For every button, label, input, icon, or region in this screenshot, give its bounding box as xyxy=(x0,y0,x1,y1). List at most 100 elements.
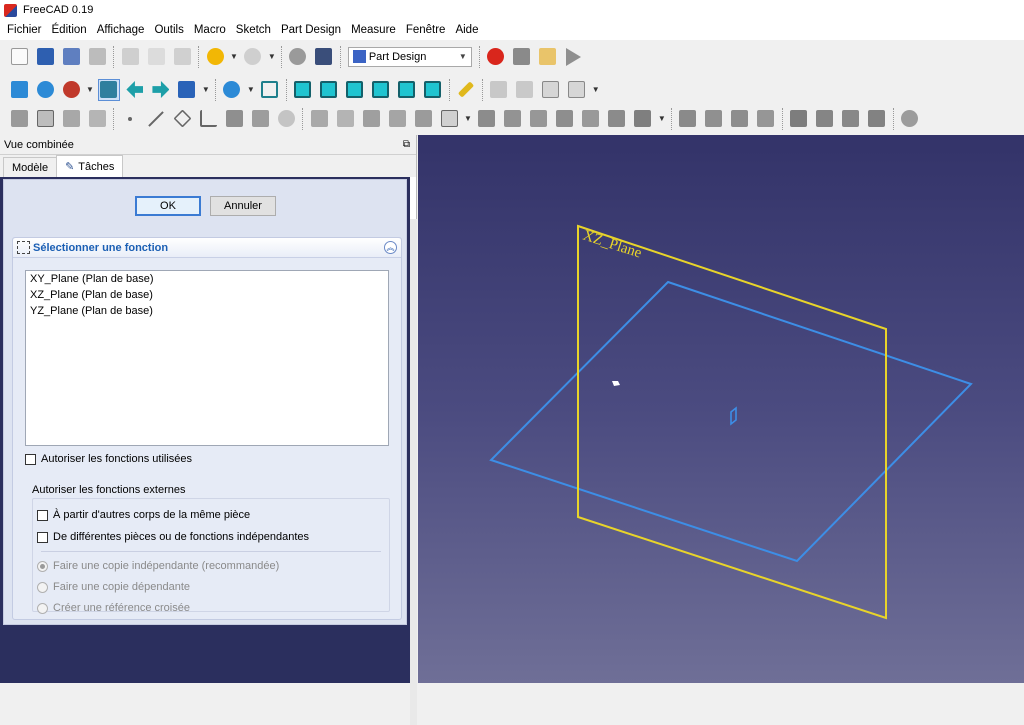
tab-taches[interactable]: ✎ Tâches xyxy=(56,155,124,177)
radio-cross-reference[interactable]: Créer une référence croisée xyxy=(37,602,190,614)
record-macro-button[interactable] xyxy=(485,46,507,68)
run-macro-button[interactable] xyxy=(563,46,585,68)
local-coordinate-button[interactable] xyxy=(197,108,219,130)
datum-plane-button[interactable] xyxy=(171,108,193,130)
paste-button[interactable] xyxy=(171,46,193,68)
checkbox-box[interactable] xyxy=(25,453,36,465)
stop-macro-button[interactable] xyxy=(511,46,533,68)
fillet-button[interactable] xyxy=(788,108,810,130)
radio-circle[interactable] xyxy=(37,560,48,572)
radio-circle[interactable] xyxy=(37,581,48,593)
fit-selection-button[interactable] xyxy=(34,79,56,101)
cancel-button[interactable]: Annuler xyxy=(210,196,276,216)
sync-view-button[interactable] xyxy=(176,79,198,101)
rear-view-button[interactable] xyxy=(370,79,392,101)
float-panel-icon[interactable]: ⧉ xyxy=(403,139,410,150)
ok-button[interactable]: OK xyxy=(135,196,201,216)
top-view-button[interactable] xyxy=(318,79,340,101)
menu-sketch[interactable]: Sketch xyxy=(231,24,276,36)
redo-button[interactable] xyxy=(242,46,264,68)
feature-preview-button[interactable] xyxy=(275,108,297,130)
boolean-button[interactable] xyxy=(899,108,921,130)
checkbox-box[interactable] xyxy=(37,509,48,521)
list-item[interactable]: YZ_Plane (Plan de base) xyxy=(26,303,388,319)
zoom-dropdown-icon[interactable]: ▼ xyxy=(247,85,255,94)
forward-button[interactable] xyxy=(150,79,172,101)
hole-button[interactable] xyxy=(502,108,524,130)
chamfer-button[interactable] xyxy=(814,108,836,130)
mirrored-button[interactable] xyxy=(677,108,699,130)
right-view-button[interactable] xyxy=(344,79,366,101)
subtractive-helix-button[interactable] xyxy=(606,108,628,130)
draft-button[interactable] xyxy=(840,108,862,130)
menu-macro[interactable]: Macro xyxy=(189,24,231,36)
additive-primitive-dropdown-icon[interactable]: ▼ xyxy=(464,114,472,123)
undo-dropdown-icon[interactable]: ▼ xyxy=(230,52,238,61)
sync-view-dropdown-icon[interactable]: ▼ xyxy=(202,85,210,94)
pocket-button[interactable] xyxy=(476,108,498,130)
create-body-button[interactable] xyxy=(8,108,30,130)
left-view-button[interactable] xyxy=(422,79,444,101)
bounding-box-button[interactable] xyxy=(97,78,120,101)
checkbox-box[interactable] xyxy=(37,531,48,543)
polar-pattern-button[interactable] xyxy=(729,108,751,130)
multi-transform-button[interactable] xyxy=(755,108,777,130)
create-sketch-button[interactable] xyxy=(34,108,56,130)
refresh-button[interactable] xyxy=(287,46,309,68)
link-actions-dropdown-icon[interactable]: ▼ xyxy=(592,85,600,94)
loft-button[interactable] xyxy=(360,108,382,130)
menu-fichier[interactable]: Fichier xyxy=(2,24,47,36)
menu-fenetre[interactable]: Fenêtre xyxy=(401,24,451,36)
feature-list[interactable]: XY_Plane (Plan de base) XZ_Plane (Plan d… xyxy=(25,270,389,446)
other-bodies-checkbox[interactable]: À partir d'autres corps de la même pièce xyxy=(37,509,250,521)
allow-used-checkbox[interactable]: Autoriser les fonctions utilisées xyxy=(25,453,192,465)
groove-button[interactable] xyxy=(528,108,550,130)
list-item[interactable]: XZ_Plane (Plan de base) xyxy=(26,287,388,303)
create-part-button[interactable] xyxy=(488,79,510,101)
menu-measure[interactable]: Measure xyxy=(346,24,401,36)
subtractive-pipe-button[interactable] xyxy=(580,108,602,130)
link-actions-button[interactable] xyxy=(566,79,588,101)
save-document-button[interactable] xyxy=(60,46,82,68)
collapse-icon[interactable]: ︽ xyxy=(384,241,397,254)
radio-dependent-copy[interactable]: Faire une copie dépendante xyxy=(37,581,190,593)
3d-viewport[interactable]: XZ_Plane xyxy=(418,135,1024,683)
undo-button[interactable] xyxy=(204,46,226,68)
whats-this-button[interactable] xyxy=(313,46,335,68)
list-item[interactable]: XY_Plane (Plan de base) xyxy=(26,271,388,287)
radio-circle[interactable] xyxy=(37,602,48,614)
datum-point-button[interactable] xyxy=(119,108,141,130)
radio-independent-copy[interactable]: Faire une copie indépendante (recommandé… xyxy=(37,560,279,572)
draw-style-button[interactable] xyxy=(60,79,82,101)
edit-macro-button[interactable] xyxy=(537,46,559,68)
other-parts-checkbox[interactable]: De différentes pièces ou de fonctions in… xyxy=(37,531,309,543)
panel-scrollbar[interactable] xyxy=(410,219,417,725)
zoom-button[interactable] xyxy=(221,79,243,101)
revolution-button[interactable] xyxy=(334,108,356,130)
create-group-button[interactable] xyxy=(514,79,536,101)
clone-button[interactable] xyxy=(223,108,245,130)
print-button[interactable] xyxy=(86,46,108,68)
shape-binder-button[interactable] xyxy=(86,108,108,130)
thickness-button[interactable] xyxy=(866,108,888,130)
tab-modele[interactable]: Modèle xyxy=(3,157,58,177)
back-button[interactable] xyxy=(124,79,146,101)
menu-aide[interactable]: Aide xyxy=(450,24,483,36)
bottom-view-button[interactable] xyxy=(396,79,418,101)
datum-line-button[interactable] xyxy=(145,108,167,130)
fit-all-button[interactable] xyxy=(8,79,30,101)
new-document-button[interactable] xyxy=(8,46,30,68)
subtractive-loft-button[interactable] xyxy=(554,108,576,130)
pad-button[interactable] xyxy=(308,108,330,130)
menu-part-design[interactable]: Part Design xyxy=(276,24,346,36)
xz-plane-shape[interactable] xyxy=(577,224,887,620)
menu-edition[interactable]: Édition xyxy=(47,24,92,36)
measure-distance-button[interactable] xyxy=(455,79,477,101)
draw-style-dropdown-icon[interactable]: ▼ xyxy=(86,85,94,94)
redo-dropdown-icon[interactable]: ▼ xyxy=(268,52,276,61)
workbench-selector[interactable]: Part Design ▼ xyxy=(347,46,472,67)
menu-affichage[interactable]: Affichage xyxy=(92,24,150,36)
validate-sketch-button[interactable] xyxy=(60,108,82,130)
open-document-button[interactable] xyxy=(34,46,56,68)
isometric-view-button[interactable] xyxy=(259,79,281,101)
